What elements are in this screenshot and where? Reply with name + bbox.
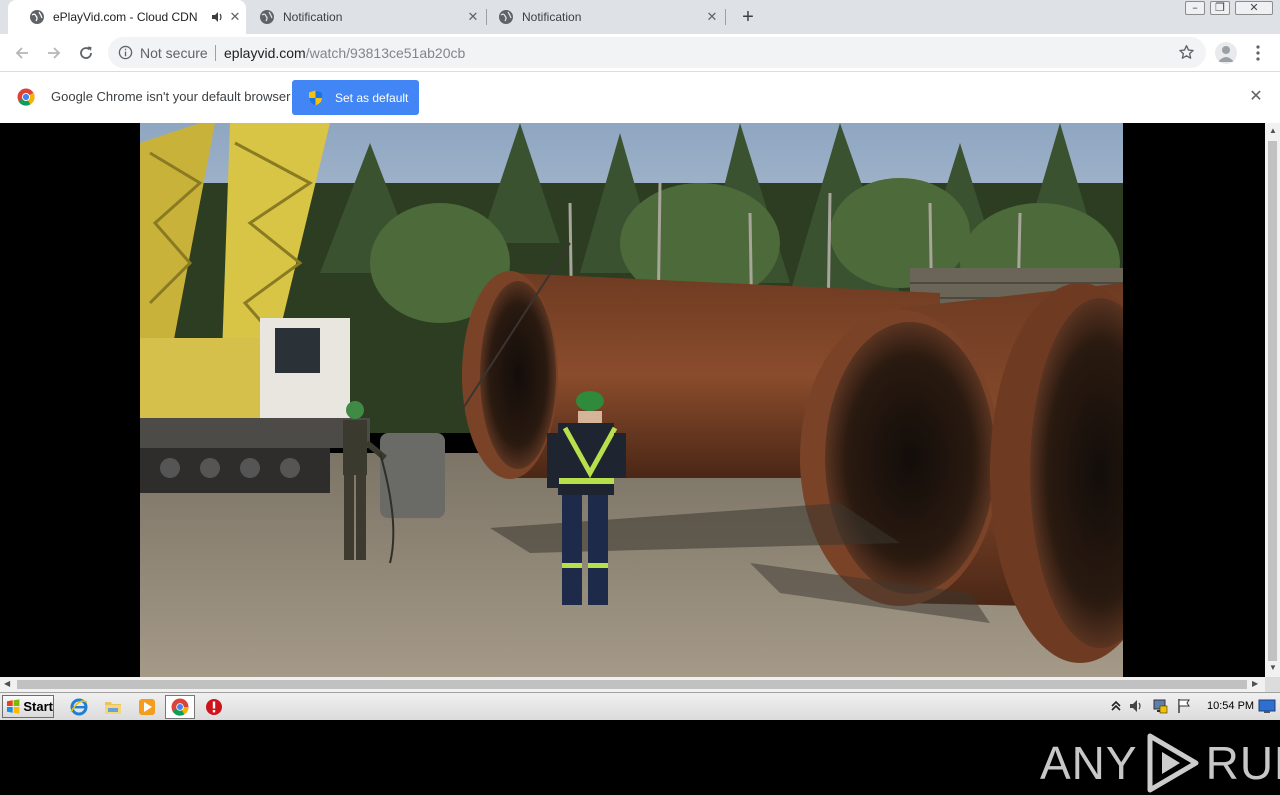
scrollbar-corner [1265,677,1280,692]
set-as-default-label: Set as default [335,90,409,105]
tab-eplayvid[interactable]: ePlayVid.com - Cloud CDN ✕ [8,0,246,34]
profile-avatar-icon[interactable] [1215,42,1237,64]
omnibox-divider [215,45,216,61]
chrome-logo-icon [17,88,35,106]
windows-flag-icon [6,699,20,714]
tab-notification-2[interactable]: Notification ✕ [477,0,723,34]
browser-toolbar: Not secure eplayvid.com/watch/93813ce51a… [0,34,1280,71]
globe-icon [30,10,44,24]
bookmark-star-icon[interactable] [1178,44,1195,61]
default-browser-infobar: Google Chrome isn't your default browser… [0,71,1280,123]
audio-playing-icon[interactable] [210,10,224,24]
tab-close-icon[interactable]: ✕ [705,10,719,24]
watermark-left-text: ANY [1040,737,1138,789]
tab-title: Notification [522,10,582,24]
infobar-close-icon[interactable]: ✕ [1248,89,1264,105]
forward-button[interactable] [41,40,67,66]
minimize-button[interactable]: – [1185,1,1205,15]
reload-icon [80,46,92,59]
chrome-icon[interactable] [165,695,195,719]
globe-icon [260,10,274,24]
globe-icon [499,10,513,24]
tab-title: ePlayVid.com - Cloud CDN [53,10,198,24]
horizontal-scrollbar[interactable]: ◀ ▶ [0,677,1265,692]
arrow-left-icon [15,47,28,59]
tab-title: Notification [283,10,343,24]
info-icon[interactable] [118,45,133,60]
show-hidden-icons-icon[interactable] [1108,697,1124,715]
new-tab-button[interactable]: + [738,7,758,27]
vertical-scrollbar[interactable]: ▲ ▼ [1265,123,1280,677]
taskbar-clock[interactable]: 10:54 PM [1207,700,1254,712]
scroll-down-arrow-icon[interactable]: ▼ [1269,663,1277,672]
restore-button[interactable]: ❐ [1210,1,1230,15]
network-icon[interactable] [1152,697,1168,715]
video-player[interactable] [140,123,1123,677]
person-icon [1218,46,1234,62]
more-menu-icon[interactable] [1252,43,1264,63]
page-content: ANY RUN [0,123,1280,793]
show-desktop-icon[interactable] [1258,698,1276,714]
horizontal-scroll-thumb[interactable] [17,680,1247,689]
close-window-button[interactable]: ✕ [1235,1,1273,15]
tab-strip: ePlayVid.com - Cloud CDN ✕ Notification … [0,0,1280,34]
uac-shield-icon [309,90,322,105]
security-label: Not secure [140,45,208,61]
start-label: Start [23,699,53,714]
stop-icon[interactable] [203,697,225,717]
url-path: /watch/93813ce51ab20cb [305,45,466,61]
media-player-icon[interactable] [136,697,158,717]
url-host: eplayvid.com [224,45,306,61]
scroll-left-arrow-icon[interactable]: ◀ [4,679,10,688]
tab-separator [725,9,726,25]
set-as-default-button[interactable]: Set as default [292,80,419,115]
watermark-right-text: RUN [1205,737,1280,789]
infobar-message: Google Chrome isn't your default browser [51,89,291,104]
start-button[interactable]: Start [2,695,54,718]
scroll-right-arrow-icon[interactable]: ▶ [1252,679,1258,688]
play-triangle-icon [1147,733,1199,793]
url-text[interactable]: eplayvid.com/watch/93813ce51ab20cb [224,45,465,61]
tab-notification-1[interactable]: Notification ✕ [238,0,484,34]
vertical-scroll-thumb[interactable] [1268,141,1277,661]
file-explorer-icon[interactable] [102,697,124,717]
back-button[interactable] [9,40,35,66]
action-center-flag-icon[interactable] [1176,697,1192,715]
video-frame-image [140,123,1123,677]
arrow-right-icon [48,47,61,59]
scroll-up-arrow-icon[interactable]: ▲ [1269,126,1277,135]
internet-explorer-icon[interactable] [68,697,90,717]
address-bar[interactable]: Not secure eplayvid.com/watch/93813ce51a… [108,37,1206,68]
volume-icon[interactable] [1128,697,1144,715]
reload-button[interactable] [73,40,99,66]
anyrun-watermark: ANY RUN [1040,731,1280,795]
windows-taskbar: Start 10:54 PM [0,692,1280,720]
